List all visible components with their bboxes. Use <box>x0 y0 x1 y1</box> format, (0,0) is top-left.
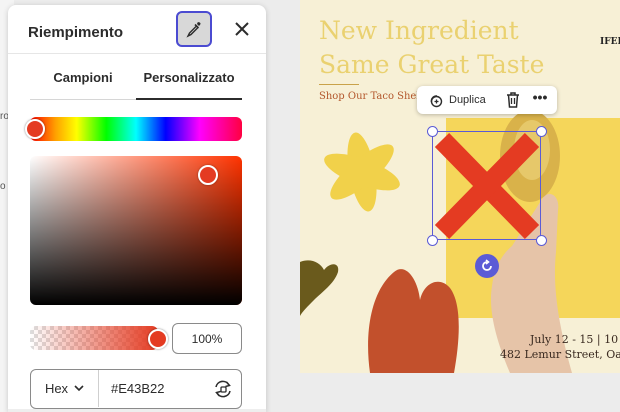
more-icon[interactable]: ••• <box>531 90 549 108</box>
shop-underline <box>319 84 359 85</box>
close-button[interactable] <box>230 17 254 41</box>
color-picker-knob[interactable] <box>198 165 218 185</box>
headline-line-1: New Ingredient <box>319 16 519 45</box>
hue-slider[interactable] <box>30 117 242 141</box>
swap-format-icon[interactable] <box>212 378 234 400</box>
resize-handle-top-left[interactable] <box>427 126 438 137</box>
selection-box[interactable] <box>432 131 541 240</box>
duplicate-label: Duplica <box>449 94 486 106</box>
trash-icon[interactable] <box>505 91 521 109</box>
panel-title: Riempimento <box>28 24 124 41</box>
opacity-gradient <box>30 326 158 350</box>
resize-handle-bottom-right[interactable] <box>536 235 547 246</box>
background-text-fragment: o <box>0 181 6 192</box>
tab-campioni[interactable]: Campioni <box>30 70 136 85</box>
brand-text: IFERO <box>600 37 620 47</box>
color-format-label: Hex <box>44 381 69 396</box>
chevron-down-icon <box>74 385 84 392</box>
event-address: 482 Lemur Street, Oakla <box>500 348 620 361</box>
hex-value-input[interactable]: #E43B22 <box>111 381 165 396</box>
eyedropper-icon <box>186 22 201 38</box>
color-format-dropdown[interactable]: Hex <box>31 370 99 407</box>
opacity-slider[interactable] <box>30 326 158 350</box>
eyedropper-button[interactable] <box>176 11 212 47</box>
header-divider <box>8 53 266 54</box>
shop-link-text: Shop Our Taco Shells <box>319 91 428 102</box>
rotate-icon <box>482 259 492 271</box>
color-value-row: Hex #E43B22 <box>30 369 242 409</box>
tab-active-indicator <box>136 98 242 100</box>
olive-leaf-shape <box>300 260 339 316</box>
headline: New Ingredient Same Great Taste <box>319 14 544 82</box>
resize-handle-bottom-left[interactable] <box>427 235 438 246</box>
element-toolbar: Duplica ••• <box>417 86 557 114</box>
headline-line-2: Same Great Taste <box>319 50 545 79</box>
opacity-input[interactable]: 100% <box>172 323 242 354</box>
fill-panel: Riempimento Campioni Personalizzato 100%… <box>8 5 266 412</box>
duplicate-button[interactable]: Duplica <box>427 92 486 108</box>
orange-leaf-shape <box>368 269 459 373</box>
hue-slider-knob[interactable] <box>25 119 45 139</box>
tab-personalizzato[interactable]: Personalizzato <box>136 70 242 85</box>
opacity-slider-knob[interactable] <box>148 329 168 349</box>
close-icon <box>235 22 249 36</box>
duplicate-icon <box>430 95 443 108</box>
rotate-handle[interactable] <box>475 254 499 278</box>
resize-handle-top-right[interactable] <box>536 126 547 137</box>
yellow-flower-shape <box>324 132 400 212</box>
event-date: July 12 - 15 | 10 AM <box>530 333 620 346</box>
